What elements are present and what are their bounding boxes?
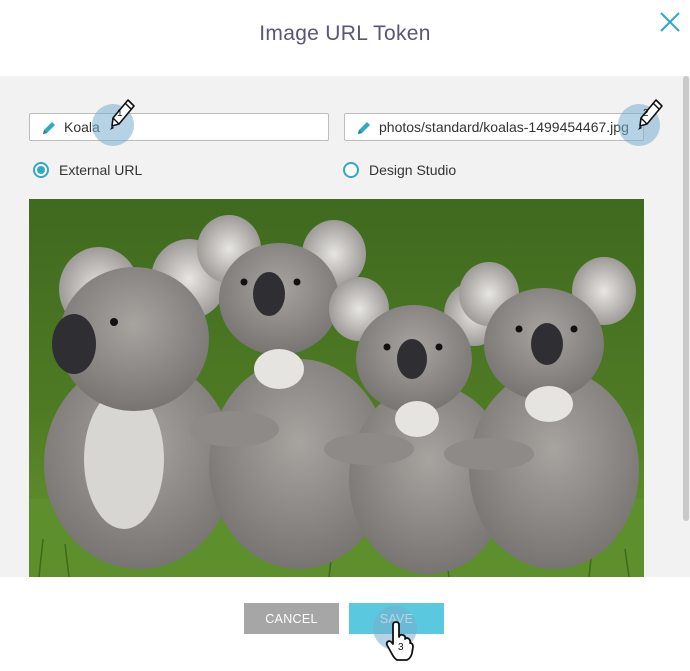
koala-4 [459,257,639,569]
step-number-1: 1 [117,108,123,119]
close-icon [660,12,680,32]
image-preview [29,199,644,577]
cancel-button[interactable]: CANCEL [244,603,339,634]
radio-label: Design Studio [369,162,457,178]
step-number-3: 3 [398,642,404,653]
pencil-icon [43,122,55,134]
radio-button[interactable] [343,162,359,178]
scrollbar[interactable] [682,76,690,577]
image-url-field[interactable] [344,113,644,141]
token-name-field[interactable] [29,113,329,141]
radio-external-url[interactable]: External URL [33,162,142,178]
image-url-input[interactable] [379,114,637,140]
dialog-title: Image URL Token [259,22,431,45]
koala-1 [44,239,234,569]
close-button[interactable] [656,8,684,36]
scrollbar-thumb[interactable] [683,76,689,521]
dialog-header: Image URL Token [0,0,690,76]
pencil-cursor-icon [638,99,663,130]
radio-design-studio[interactable]: Design Studio [343,162,456,178]
koalas-photo [29,199,644,577]
radio-label: External URL [59,162,143,178]
pencil-icon [358,122,370,134]
radio-button-checked[interactable] [33,162,49,178]
step-number-2: 2 [643,108,649,119]
